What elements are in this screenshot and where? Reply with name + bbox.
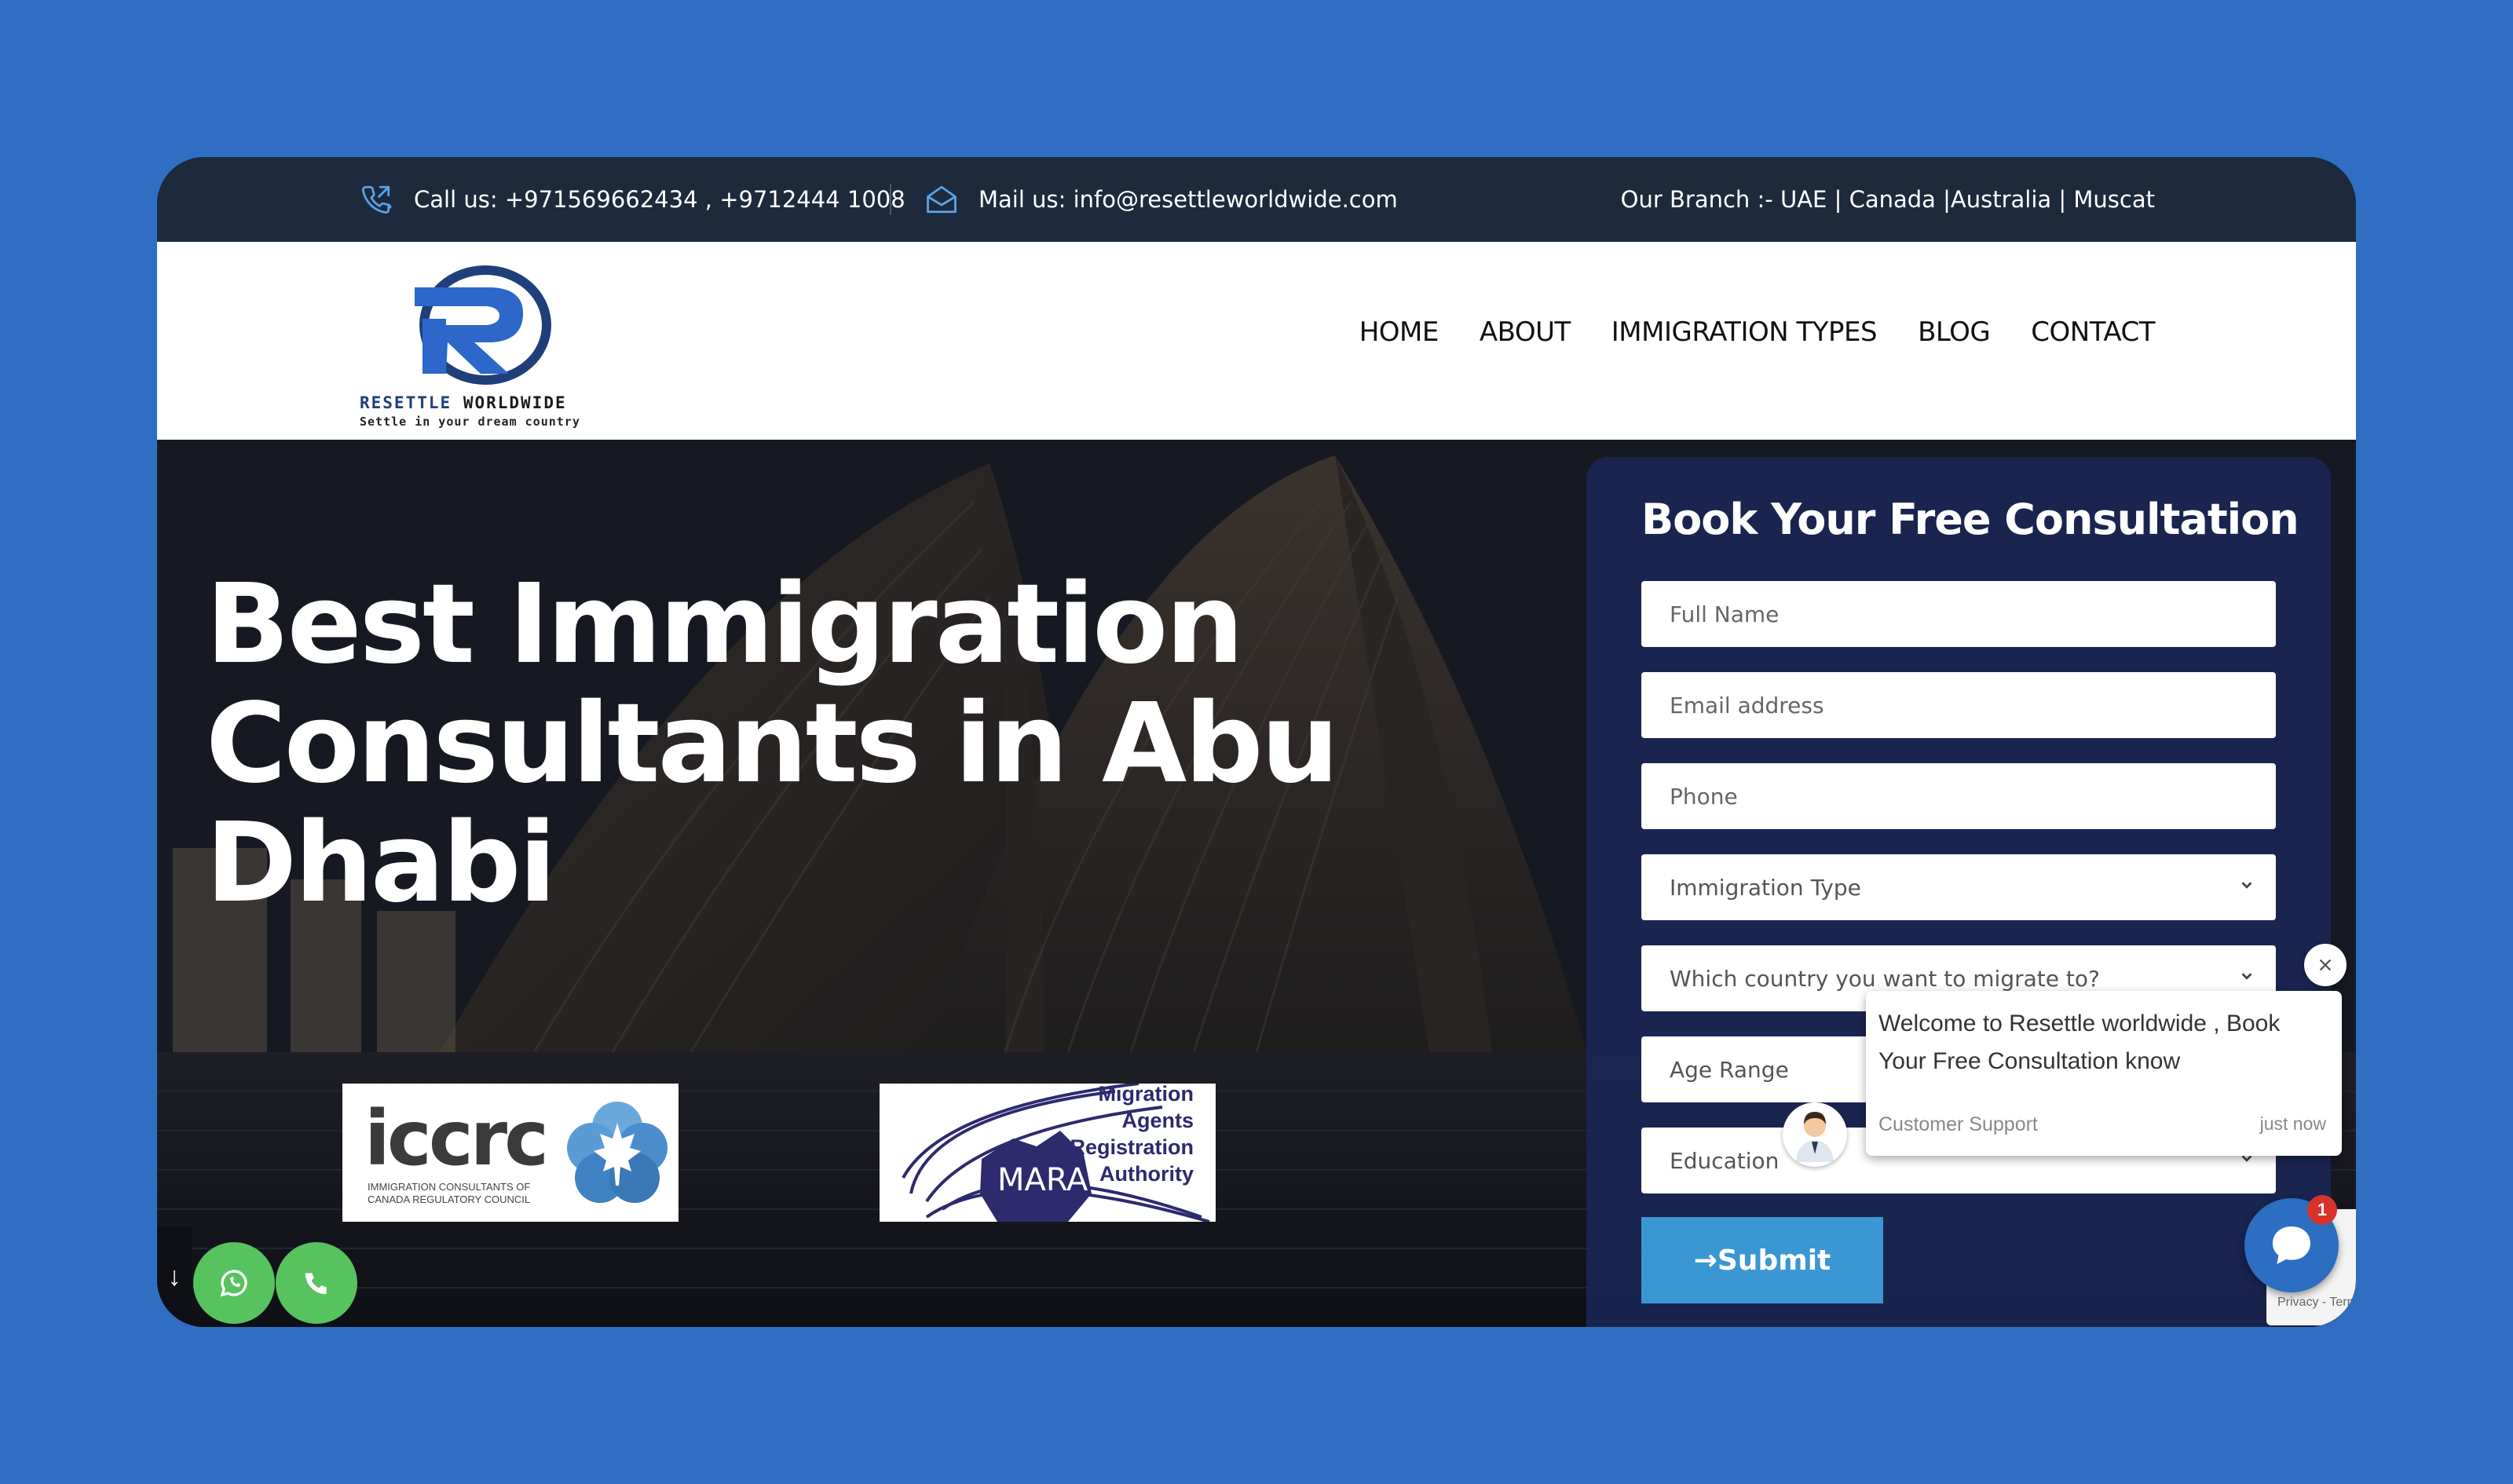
- mara-title: Migration Agents Registration Authority: [1070, 1082, 1194, 1186]
- nav-contact[interactable]: CONTACT: [2031, 316, 2155, 348]
- main-menu: HOME ABOUT IMMIGRATION TYPES BLOG CONTAC…: [1359, 242, 2156, 422]
- full-name-input[interactable]: [1641, 581, 2276, 647]
- education-value: Education: [1670, 1147, 1780, 1174]
- avatar: [1783, 1102, 1847, 1167]
- chat-agent-name: Customer Support: [1878, 1113, 2038, 1135]
- immigration-type-value: Immigration Type: [1670, 874, 1861, 901]
- nav-immigration-types[interactable]: IMMIGRATION TYPES: [1611, 316, 1878, 348]
- iccrc-wordmark: iccrc: [364, 1095, 549, 1182]
- immigration-type-select[interactable]: Immigration Type: [1641, 854, 2276, 920]
- iccrc-badge: iccrc IMMIGRATION CONSULTANTS OF CANADA …: [342, 1084, 679, 1222]
- submit-button[interactable]: →Submit: [1641, 1217, 1883, 1303]
- consultation-form: Book Your Free Consultation Immigration …: [1586, 457, 2331, 1327]
- chevron-down-icon: [2241, 882, 2252, 889]
- close-icon: [2319, 959, 2332, 971]
- chat-message-text: Welcome to Resettle worldwide , Book You…: [1878, 1011, 2281, 1074]
- hero-section: Best Immigration Consultants in Abu Dhab…: [157, 440, 2356, 1327]
- age-range-value: Age Range: [1670, 1056, 1789, 1083]
- browser-frame: Call us: +971569662434 , +9712444 1008 M…: [157, 157, 2356, 1327]
- maple-leaf-icon: [562, 1099, 672, 1213]
- nav-about[interactable]: ABOUT: [1480, 316, 1571, 348]
- country-value: Which country you want to migrate to?: [1670, 965, 2100, 992]
- scroll-down-button[interactable]: ↓: [157, 1226, 192, 1327]
- form-title: Book Your Free Consultation: [1641, 495, 2299, 544]
- email-input[interactable]: [1641, 672, 2276, 738]
- phone-input[interactable]: [1641, 763, 2276, 829]
- iccrc-subtitle: IMMIGRATION CONSULTANTS OF CANADA REGULA…: [368, 1181, 531, 1205]
- phone-icon: [305, 1273, 327, 1295]
- envelope-icon: [925, 157, 958, 242]
- chat-bubble-icon: [2273, 1226, 2310, 1264]
- top-info-bar: Call us: +971569662434 , +9712444 1008 M…: [157, 157, 2356, 242]
- whatsapp-icon: [220, 1270, 247, 1297]
- branch-text: Our Branch :- UAE | Canada |Australia | …: [1620, 186, 2155, 213]
- logo-tagline: Settle in your dream country: [360, 415, 580, 429]
- mara-wordmark: MARA: [997, 1162, 1088, 1198]
- call-button[interactable]: [276, 1242, 357, 1324]
- chat-timestamp: just now: [2259, 1113, 2326, 1134]
- mail-us-text[interactable]: Mail us: info@resettleworldwide.com: [978, 157, 1398, 242]
- mara-badge: Migration Agents Registration Authority …: [880, 1082, 1216, 1222]
- main-navbar: RESETTLE WORLDWIDE Settle in your dream …: [157, 242, 2356, 440]
- logo-r-icon: [399, 256, 556, 393]
- logo-name: RESETTLE WORLDWIDE: [360, 393, 567, 412]
- recaptcha-text: Privacy - Terms: [2277, 1296, 2356, 1309]
- nav-home[interactable]: HOME: [1359, 316, 1439, 348]
- chevron-down-icon: [2241, 973, 2252, 980]
- call-us-text[interactable]: Call us: +971569662434 , +9712444 1008: [414, 157, 905, 242]
- whatsapp-button[interactable]: [193, 1242, 275, 1324]
- site-logo[interactable]: RESETTLE WORLDWIDE Settle in your dream …: [360, 256, 595, 429]
- phone-icon: [360, 157, 393, 242]
- unread-count-badge: 1: [2307, 1195, 2337, 1225]
- nav-blog[interactable]: BLOG: [1918, 316, 1991, 348]
- hero-title: Best Immigration Consultants in Abu Dhab…: [206, 561, 1339, 927]
- chat-close-button[interactable]: [2304, 944, 2347, 986]
- divider: [890, 184, 891, 215]
- chat-message-popup[interactable]: Welcome to Resettle worldwide , Book You…: [1866, 991, 2342, 1156]
